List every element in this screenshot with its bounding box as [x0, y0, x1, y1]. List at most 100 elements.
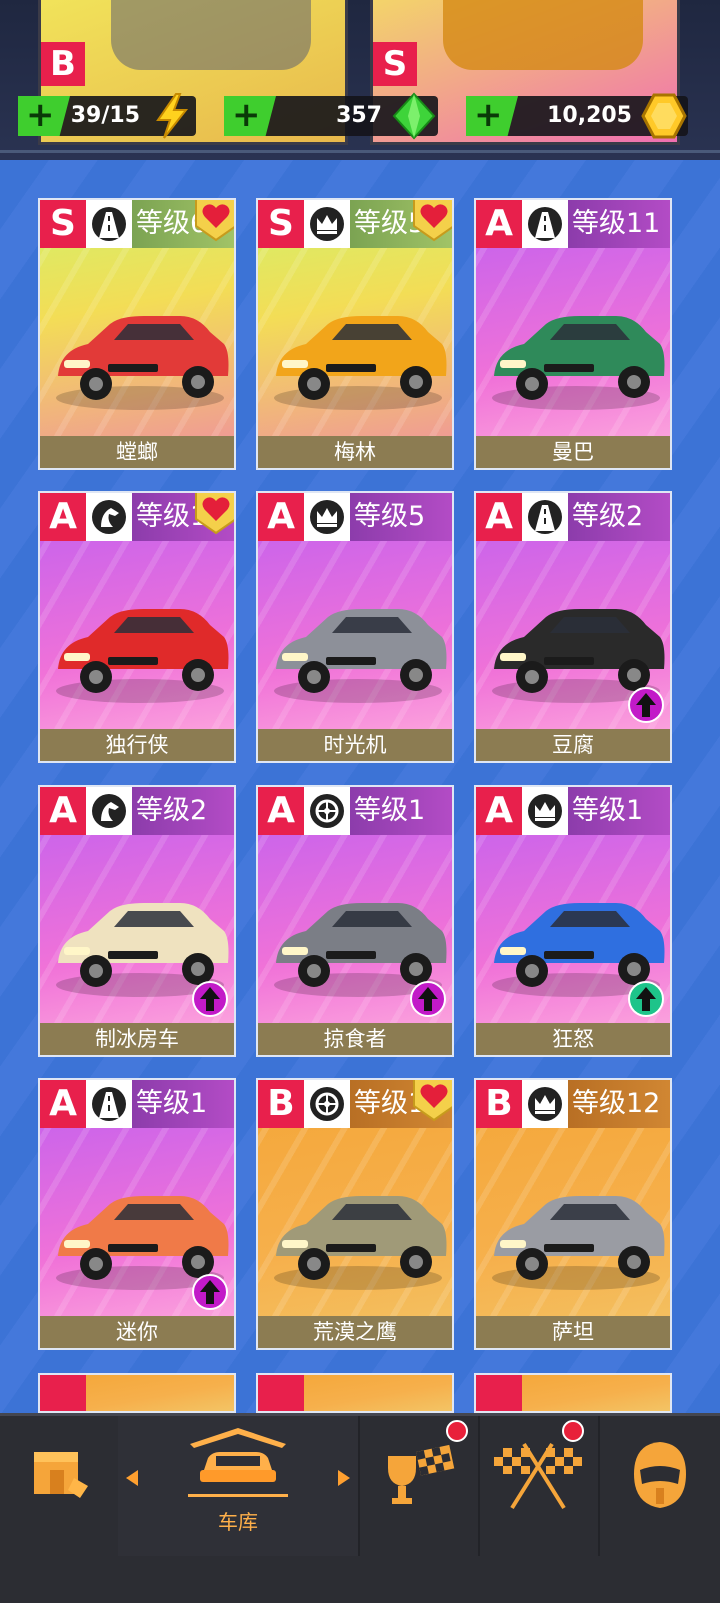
level-label: 等级11	[568, 200, 670, 248]
chevron-left-icon[interactable]	[126, 1470, 138, 1486]
car-card[interactable]: B 等级12 萨坦	[474, 1078, 672, 1350]
tab-profile[interactable]	[598, 1416, 720, 1556]
add-coins-button[interactable]: +	[466, 96, 518, 136]
tab-race[interactable]	[478, 1416, 600, 1556]
wheel-icon	[304, 787, 350, 835]
car-image	[484, 280, 666, 420]
car-card[interactable]: S 等级6 螳螂	[38, 198, 236, 470]
car-image	[484, 1160, 666, 1300]
tab-garage[interactable]: 车库	[118, 1416, 360, 1556]
car-image	[48, 573, 230, 713]
car-name: 狂怒	[476, 1023, 670, 1055]
upgrade-arrow-icon	[628, 981, 664, 1017]
tab-garage-label: 车库	[218, 1510, 258, 1534]
chevron-right-icon[interactable]	[338, 1470, 350, 1486]
top-bar: B S + 39/15 + 357 + 10,205	[0, 0, 720, 160]
car-name: 荒漠之鹰	[258, 1316, 452, 1348]
tab-underline	[188, 1494, 288, 1497]
card-header: B 等级12	[476, 1080, 670, 1128]
divider	[0, 150, 720, 153]
card-header: A 等级1	[40, 1080, 234, 1128]
lightning-bolt-icon	[156, 93, 189, 139]
car-card[interactable]: A 等级5 时光机	[256, 491, 454, 763]
car-image	[266, 1160, 448, 1300]
car-card[interactable]: A 等级2 制冰房车	[38, 785, 236, 1057]
car-card[interactable]: A 等级1 独行侠	[38, 491, 236, 763]
gem-counter: + 357	[224, 92, 438, 140]
class-badge: S	[373, 42, 417, 86]
car-name: 梅林	[258, 436, 452, 468]
car-card[interactable]: A 等级1 掠食者	[256, 785, 454, 1057]
bottom-nav: 车库	[0, 1413, 720, 1603]
class-badge: S	[258, 200, 304, 248]
car-image	[443, 0, 643, 70]
add-fuel-button[interactable]: +	[18, 96, 70, 136]
tab-events[interactable]	[358, 1416, 480, 1556]
level-label: 等级1	[132, 1080, 234, 1128]
car-image	[111, 0, 311, 70]
class-badge	[258, 1375, 304, 1411]
class-badge: A	[40, 493, 86, 541]
card-header: A 等级2	[40, 787, 234, 835]
car-card-partial[interactable]	[38, 1373, 236, 1413]
class-badge: A	[476, 787, 522, 835]
car-card[interactable]: B 等级1 荒漠之鹰	[256, 1078, 454, 1350]
crown-icon	[522, 787, 568, 835]
class-badge: B	[41, 42, 85, 86]
heart-icon	[413, 200, 452, 242]
upgrade-arrow-icon	[410, 981, 446, 1017]
upgrade-arrow-icon	[192, 1274, 228, 1310]
car-name: 掠食者	[258, 1023, 452, 1055]
shop-icon	[34, 1452, 88, 1498]
car-card-partial[interactable]	[474, 1373, 672, 1413]
fuel-value: 39/15	[70, 103, 140, 128]
card-header: A 等级11	[476, 200, 670, 248]
trophy-flag-icon	[388, 1444, 455, 1504]
car-name: 曼巴	[476, 436, 670, 468]
road-icon	[86, 200, 132, 248]
class-badge: A	[476, 493, 522, 541]
checkered-flags-icon	[494, 1442, 582, 1510]
car-name: 萨坦	[476, 1316, 670, 1348]
class-badge: B	[258, 1080, 304, 1128]
car-image	[266, 573, 448, 713]
car-card[interactable]: A 等级1 狂怒	[474, 785, 672, 1057]
level-label: 等级5	[350, 493, 452, 541]
car-card-partial[interactable]	[256, 1373, 454, 1413]
add-gems-button[interactable]: +	[224, 96, 276, 136]
notification-dot	[562, 1420, 584, 1442]
coin-value: 10,205	[547, 103, 632, 128]
garage-car-icon	[190, 1428, 286, 1482]
card-header: A 等级2	[476, 493, 670, 541]
car-card[interactable]: A 等级11 曼巴	[474, 198, 672, 470]
tab-shop[interactable]	[0, 1416, 120, 1556]
crown-icon	[304, 493, 350, 541]
level-label: 等级12	[568, 1080, 670, 1128]
heart-icon	[195, 493, 234, 535]
road-icon	[86, 1080, 132, 1128]
gold-coin-icon	[641, 93, 687, 139]
wheel-icon	[304, 1080, 350, 1128]
class-badge: A	[258, 787, 304, 835]
helmet-icon	[634, 1442, 686, 1508]
garage-car-grid: S 等级6 螳螂 S 等级5 梅林 A 等级11 曼巴 A 等级1 独行侠 A 等级5 时光机 A 等级2 豆腐 A…	[0, 160, 720, 1413]
class-badge: A	[476, 200, 522, 248]
car-card[interactable]: A 等级1 迷你	[38, 1078, 236, 1350]
level-label: 等级2	[132, 787, 234, 835]
horse-icon	[86, 493, 132, 541]
card-header: A 等级1	[476, 787, 670, 835]
level-label: 等级2	[568, 493, 670, 541]
road-icon	[522, 493, 568, 541]
level-label: 等级1	[568, 787, 670, 835]
car-card[interactable]: A 等级2 豆腐	[474, 491, 672, 763]
car-card[interactable]: S 等级5 梅林	[256, 198, 454, 470]
upgrade-arrow-icon	[192, 981, 228, 1017]
fuel-counter: + 39/15	[18, 93, 196, 139]
car-name: 时光机	[258, 729, 452, 761]
upgrade-arrow-icon	[628, 687, 664, 723]
car-name: 独行侠	[40, 729, 234, 761]
heart-icon	[413, 1080, 452, 1122]
class-badge	[476, 1375, 522, 1411]
green-gem-icon	[392, 92, 436, 140]
car-image	[48, 280, 230, 420]
